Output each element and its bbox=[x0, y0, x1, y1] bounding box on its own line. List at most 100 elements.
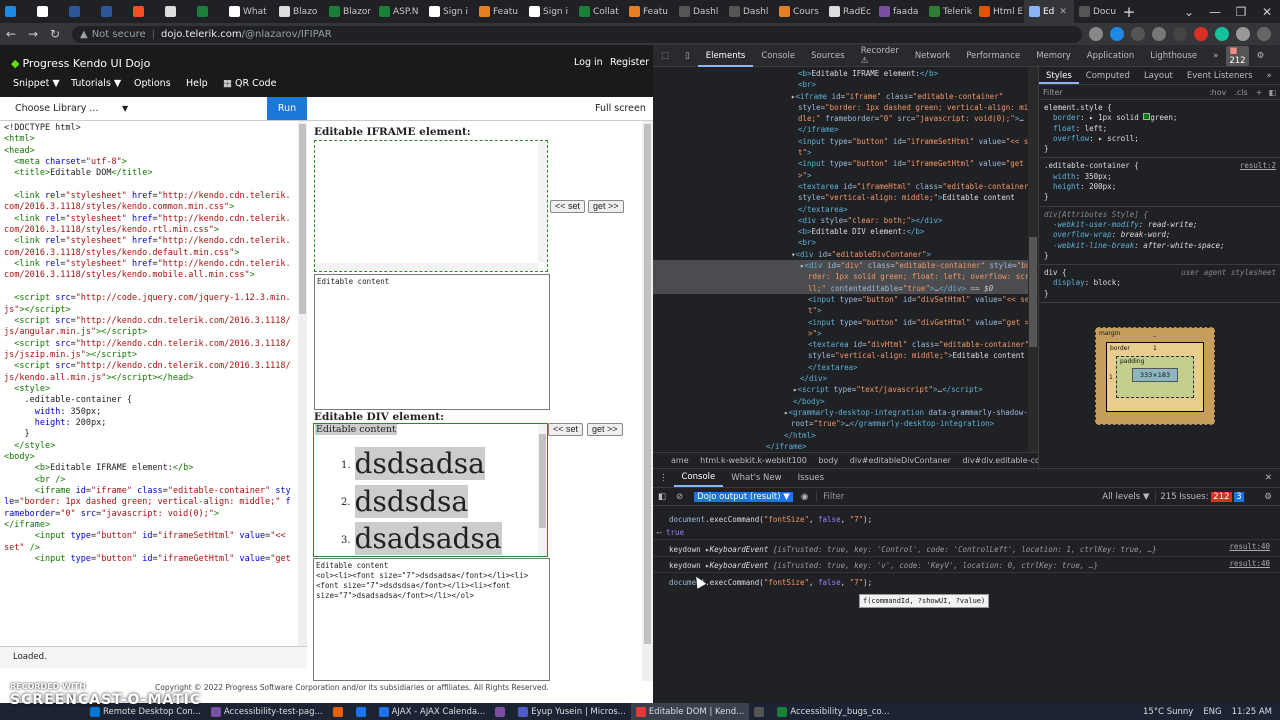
dom-node[interactable]: </html> bbox=[653, 430, 1038, 441]
tab-docs[interactable]: Docu bbox=[1074, 0, 1118, 23]
menu-help[interactable]: Help bbox=[186, 78, 208, 89]
dom-node[interactable]: ▸<iframe id="iframe" class="editable-con… bbox=[653, 91, 1038, 102]
browser-tab[interactable] bbox=[64, 0, 96, 23]
browser-tab[interactable]: Sign i bbox=[524, 0, 574, 23]
minimize-icon[interactable]: — bbox=[1202, 5, 1228, 19]
tab-sources[interactable]: Sources bbox=[803, 51, 853, 61]
close-icon[interactable]: ✕ bbox=[1059, 7, 1067, 17]
taskbar-item[interactable] bbox=[749, 703, 772, 720]
dom-node[interactable]: <br> bbox=[653, 237, 1038, 248]
run-button[interactable]: Run bbox=[267, 97, 307, 120]
iframe-set-button[interactable]: << set bbox=[550, 200, 586, 213]
menu-tutorials[interactable]: Tutorials ▼ bbox=[71, 78, 121, 89]
browser-tab[interactable]: RadEc bbox=[824, 0, 874, 23]
result-scrollbar-thumb[interactable] bbox=[644, 124, 651, 644]
taskbar-item[interactable]: Accessibility_bugs_co... bbox=[772, 703, 894, 720]
style-rule-editable-container[interactable]: .editable-container { result:2 width: 35… bbox=[1039, 158, 1280, 207]
taskbar-item[interactable]: AJAX - AJAX Calenda... bbox=[374, 703, 491, 720]
dom-node[interactable]: </textarea> bbox=[653, 204, 1038, 215]
styles-filter-input[interactable]: Filter bbox=[1043, 88, 1209, 97]
browser-tab[interactable]: What bbox=[224, 0, 274, 23]
browser-tab[interactable]: Telerik bbox=[924, 0, 974, 23]
dom-node[interactable]: style="border: 1px dashed green; vertica… bbox=[653, 102, 1038, 113]
dom-node[interactable]: <input type="button" id="divGetHtml" val… bbox=[653, 317, 1038, 328]
dom-node[interactable]: style="vertical-align: middle;">Editable… bbox=[653, 192, 1038, 203]
browser-tab[interactable]: Blazor bbox=[324, 0, 374, 23]
iframe-scrollbar[interactable] bbox=[538, 141, 547, 263]
console-entry[interactable]: keydown ▸KeyboardEvent {isTrusted: true,… bbox=[653, 556, 1280, 572]
forward-icon[interactable]: → bbox=[22, 27, 44, 41]
sidebar-toggle-icon[interactable]: ◧ bbox=[653, 492, 671, 502]
dom-node[interactable]: ▾<div id="editableDivContaner"> bbox=[653, 249, 1038, 260]
dom-scrollbar-thumb[interactable] bbox=[1029, 237, 1037, 347]
logo[interactable]: ◆ Progress Kendo UI Dojo bbox=[11, 57, 150, 70]
div-scrollbar[interactable] bbox=[538, 424, 547, 556]
weather-widget[interactable]: 15°C Sunny bbox=[1143, 707, 1193, 717]
tab-computed[interactable]: Computed bbox=[1079, 67, 1137, 84]
dom-node[interactable]: <input type="button" id="iframeGetHtml" … bbox=[653, 158, 1038, 169]
taskbar-item[interactable] bbox=[351, 703, 374, 720]
dom-node[interactable]: </div> bbox=[653, 373, 1038, 384]
dom-node-selected[interactable]: ll;" contenteditable="true">…</div> == $… bbox=[653, 282, 1038, 294]
tab-issues[interactable]: Issues bbox=[790, 473, 832, 483]
url-input[interactable]: ▲ Not secure | dojo.telerik.com /@nlazar… bbox=[72, 25, 1082, 43]
add-rule-icon[interactable]: + bbox=[1256, 88, 1263, 97]
browser-tab[interactable]: Collat bbox=[574, 0, 624, 23]
iframe-h-scrollbar[interactable] bbox=[315, 263, 538, 271]
dom-scrollbar[interactable] bbox=[1028, 67, 1038, 452]
taskbar-item[interactable]: Editable DOM | Kend... bbox=[630, 703, 750, 720]
inspect-icon[interactable]: ⬚ bbox=[653, 51, 677, 61]
extension-icon[interactable] bbox=[1152, 27, 1166, 41]
iframe-get-button[interactable]: get >> bbox=[588, 200, 624, 213]
browser-tab[interactable]: Blazo bbox=[274, 0, 324, 23]
div-set-button[interactable]: << set bbox=[548, 423, 584, 436]
dom-node[interactable]: </iframe> bbox=[653, 124, 1038, 135]
gear-icon[interactable]: ⚙ bbox=[1264, 492, 1280, 502]
breadcrumb-item[interactable]: div#editableDivContaner bbox=[850, 456, 951, 465]
register-link[interactable]: Register bbox=[610, 57, 649, 68]
dom-node[interactable]: t"> bbox=[653, 147, 1038, 158]
dom-node[interactable]: </body> bbox=[653, 396, 1038, 407]
dom-node[interactable]: ▸<grammarly-desktop-integration data-gra… bbox=[653, 407, 1038, 418]
browser-tab[interactable]: Featu bbox=[624, 0, 674, 23]
sidebar-toggle-icon[interactable]: ◧ bbox=[1268, 88, 1276, 97]
browser-tab[interactable] bbox=[32, 0, 64, 23]
taskbar-item[interactable] bbox=[328, 703, 351, 720]
language-indicator[interactable]: ENG bbox=[1203, 707, 1221, 717]
grammarly-icon[interactable] bbox=[1215, 27, 1229, 41]
dom-node-selected[interactable]: rder: 1px solid green; float: left; over… bbox=[653, 271, 1038, 283]
eye-icon[interactable]: ◉ bbox=[793, 492, 816, 502]
back-icon[interactable]: ← bbox=[0, 27, 22, 41]
menu-options[interactable]: Options bbox=[134, 78, 171, 89]
breadcrumb-item[interactable]: body bbox=[818, 456, 838, 465]
library-select[interactable]: Choose Library ... ▼ bbox=[0, 97, 138, 120]
style-rule-element[interactable]: element.style { border: ▸ 1px solid gree… bbox=[1039, 100, 1280, 159]
breadcrumb-item[interactable]: html.k-webkit.k-webkit100 bbox=[700, 456, 807, 465]
dom-node[interactable]: <input type="button" id="divSetHtml" val… bbox=[653, 294, 1038, 305]
levels-select[interactable]: All levels ▼ bbox=[1096, 492, 1155, 502]
more-tabs-icon[interactable]: » bbox=[1260, 67, 1279, 84]
rule-source-link[interactable]: result:2 bbox=[1240, 161, 1276, 171]
dom-node[interactable]: style="vertical-align: middle;">Editable… bbox=[653, 350, 1038, 361]
taskbar-item[interactable]: Eyup Yusein | Micros... bbox=[513, 703, 631, 720]
extension-icon[interactable] bbox=[1173, 27, 1187, 41]
breadcrumb-item[interactable]: ame bbox=[671, 456, 689, 465]
extension-icon[interactable] bbox=[1194, 27, 1208, 41]
div-html-textarea[interactable]: Editable content <ol><li><font size="7">… bbox=[313, 558, 550, 681]
login-link[interactable]: Log in bbox=[574, 57, 603, 68]
tab-active[interactable]: Ed ✕ bbox=[1024, 0, 1074, 23]
tab-layout[interactable]: Layout bbox=[1137, 67, 1180, 84]
browser-tab[interactable]: Dashl bbox=[724, 0, 774, 23]
console-filter-input[interactable]: Filter bbox=[816, 491, 1096, 502]
menu-snippet[interactable]: Snippet ▼ bbox=[13, 78, 60, 89]
dom-node[interactable]: <br> bbox=[653, 79, 1038, 90]
dom-node[interactable]: root="true">…</grammarly-desktop-integra… bbox=[653, 418, 1038, 429]
div-get-button[interactable]: get >> bbox=[587, 423, 623, 436]
drawer-menu-icon[interactable]: ⋮ bbox=[653, 473, 674, 483]
style-rule-attributes[interactable]: div[Attributes Style] { -webkit-user-mod… bbox=[1039, 207, 1280, 266]
tab-event-listeners[interactable]: Event Listeners bbox=[1180, 67, 1260, 84]
more-tabs-icon[interactable]: » bbox=[1205, 51, 1226, 61]
style-rule-div[interactable]: div { user agent stylesheet display: blo… bbox=[1039, 265, 1280, 304]
browser-tab[interactable] bbox=[96, 0, 128, 23]
device-toolbar-icon[interactable]: ▯ bbox=[677, 51, 698, 61]
